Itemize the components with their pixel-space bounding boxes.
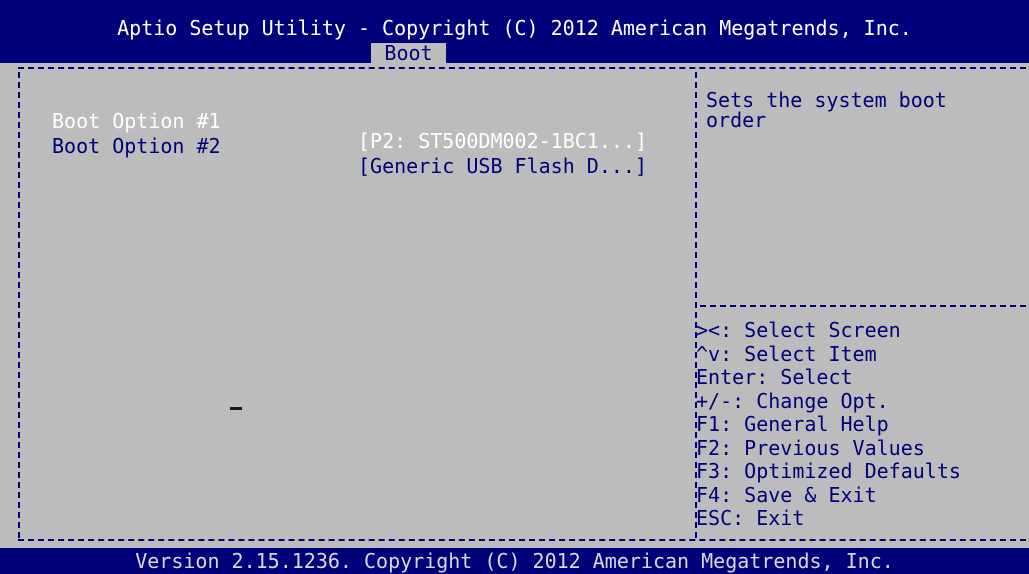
version-text: Version 2.15.1236. Copyright (C) 2012 Am… bbox=[135, 549, 894, 573]
boot-option-2-row[interactable]: Boot Option #2 [Generic USB Flash D...] bbox=[0, 116, 690, 176]
boot-option-1-row[interactable]: Boot Option #1 [P2: ST500DM002-1BC1...] bbox=[0, 91, 690, 151]
key-help-item: ^v: Select Item bbox=[696, 341, 877, 366]
help-divider bbox=[700, 305, 1026, 307]
app-title: Aptio Setup Utility - Copyright (C) 2012… bbox=[117, 16, 912, 40]
key-help-item: F2: Previous Values bbox=[696, 435, 925, 460]
key-help-list: ><: Select Screen ^v: Select Item Enter:… bbox=[696, 320, 961, 532]
key-help-item: F3: Optimized Defaults bbox=[696, 459, 961, 483]
key-help-item: F4: Save & Exit bbox=[696, 482, 877, 507]
key-help-item: Enter: Select bbox=[696, 365, 853, 389]
key-help-item: ESC: Exit bbox=[696, 506, 805, 530]
frame-top-border bbox=[18, 67, 1026, 69]
boot-option-2-value[interactable]: [Generic USB Flash D...] bbox=[358, 156, 647, 176]
text-cursor bbox=[230, 407, 242, 410]
tab-boot[interactable]: Boot bbox=[371, 43, 446, 63]
boot-option-2-label: Boot Option #2 bbox=[52, 134, 221, 158]
footer-bar: Version 2.15.1236. Copyright (C) 2012 Am… bbox=[0, 548, 1029, 574]
key-help-item: F1: General Help bbox=[696, 412, 889, 436]
key-help-item: +/-: Change Opt. bbox=[696, 388, 889, 413]
key-help-item: ><: Select Screen bbox=[696, 318, 901, 342]
frame-bottom-border bbox=[18, 539, 1026, 541]
title-bar: Aptio Setup Utility - Copyright (C) 2012… bbox=[0, 0, 1029, 63]
help-text: Sets the system boot order bbox=[706, 88, 959, 132]
